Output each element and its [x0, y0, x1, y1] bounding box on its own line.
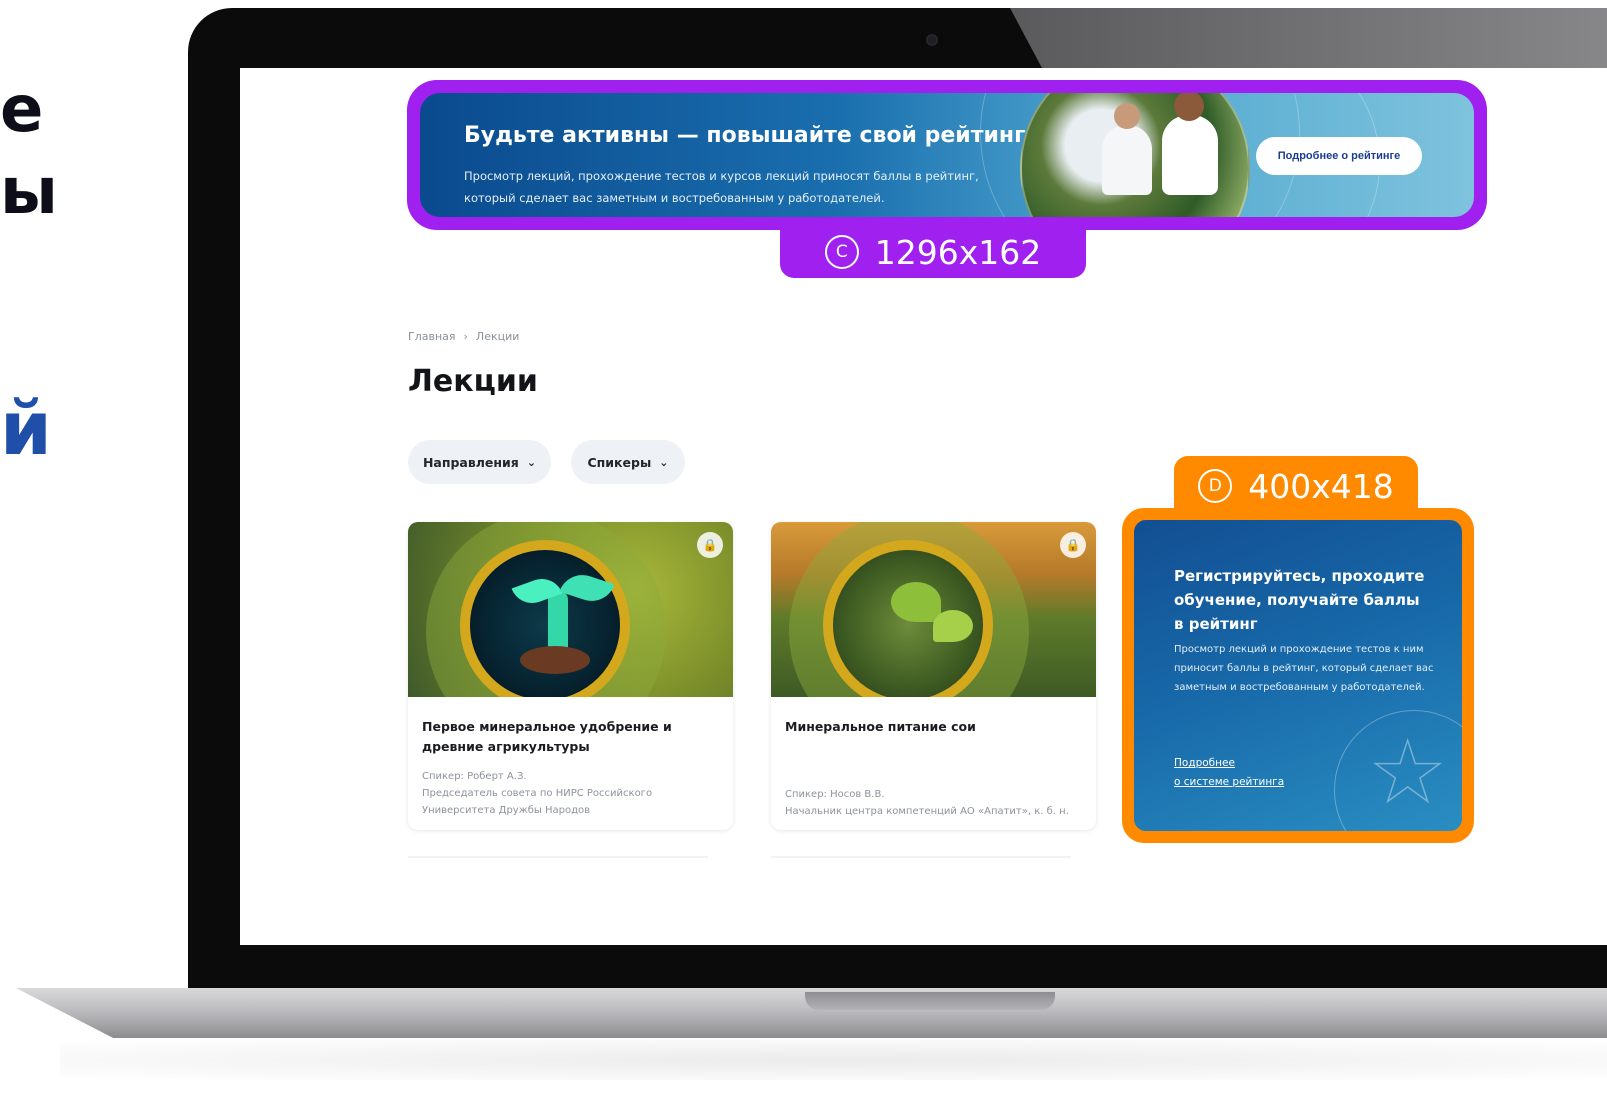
promo-size-label: 400x418	[1248, 466, 1394, 506]
lecture-card-title: Минеральное питание сои	[785, 719, 976, 734]
sprout-icon	[548, 590, 568, 650]
breadcrumb-home-link[interactable]: Главная	[408, 330, 456, 343]
chevron-down-icon: ⌄	[526, 455, 537, 469]
card-image-circle	[823, 540, 993, 697]
banner-c-frame: Будьте активны — повышайте свой рейтинг …	[407, 80, 1487, 230]
laptop-base-notch	[805, 992, 1055, 1010]
filter-speakers-dropdown[interactable]: Спикеры ⌄	[571, 440, 685, 484]
filter-speakers-label: Спикеры	[587, 454, 652, 470]
lecture-card-title: Первое минеральное удобрение и древние а…	[422, 719, 672, 754]
slide-heading-fragment-2: ы	[0, 155, 58, 229]
lecture-card-position: Начальник центра компетенций АО «Апатит»…	[785, 806, 1069, 817]
promo-d-frame: ★ Регистрируйтесь, проходите обучение, п…	[1122, 508, 1474, 843]
laptop-lid-reflection	[1010, 8, 1607, 68]
star-icon: ★	[1369, 723, 1446, 821]
promo-title: Регистрируйтесь, проходите обучение, пол…	[1174, 567, 1425, 633]
breadcrumb-current: Лекции	[475, 330, 520, 343]
filter-directions-label: Направления	[422, 454, 519, 470]
presentation-slide: е ы й Будьте активны — повышайте свой ре…	[0, 0, 1607, 1107]
lock-icon: 🔒	[697, 532, 723, 558]
rating-system-link[interactable]: Подробнее	[1174, 757, 1235, 769]
rating-details-button[interactable]: Подробнее о рейтинге	[1256, 137, 1422, 175]
lecture-card-meta: Спикер: Носов В.В. Начальник центра комп…	[785, 786, 1085, 820]
banner-photo-person	[1102, 125, 1152, 195]
plant-icon	[891, 582, 941, 622]
card-image-circle	[460, 540, 630, 697]
banner-title: Будьте активны — повышайте свой рейтинг	[464, 123, 1026, 148]
lecture-card-meta: Спикер: Роберт А.З. Председатель совета …	[422, 768, 722, 819]
lecture-card-speaker: Спикер: Носов В.В.	[785, 789, 885, 800]
lecture-card[interactable]: 🔒 Минеральное питание сои Спикер: Носов …	[771, 522, 1096, 830]
banner-photo-head	[1114, 103, 1140, 129]
filter-directions-dropdown[interactable]: Направления ⌄	[408, 440, 551, 484]
banner-photo-scientists	[1020, 93, 1250, 217]
laptop-shadow	[60, 1040, 1607, 1080]
banner-size-label: 1296x162	[874, 232, 1042, 272]
promo-description: Просмотр лекций и прохождение тестов к н…	[1174, 644, 1434, 693]
rating-system-link-line2[interactable]: о системе рейтинга	[1174, 776, 1284, 788]
chevron-down-icon: ⌄	[659, 455, 669, 469]
promo-size-tag: D 400x418	[1174, 456, 1418, 516]
page-title: Лекции	[408, 364, 538, 399]
laptop-screen: Будьте активны — повышайте свой рейтинг …	[240, 68, 1607, 945]
row-divider	[408, 856, 708, 858]
banner-description: Просмотр лекций, прохождение тестов и ку…	[464, 169, 979, 205]
slide-heading-fragment-3: й	[0, 386, 52, 472]
soil-shape	[520, 646, 590, 674]
rating-promo-block[interactable]: ★ Регистрируйтесь, проходите обучение, п…	[1134, 520, 1462, 831]
letter-d-icon: D	[1198, 469, 1233, 503]
camera-icon	[926, 34, 938, 46]
slide-heading-fragment-1: е	[0, 73, 44, 147]
copyright-c-icon: C	[824, 235, 859, 269]
rating-banner[interactable]: Будьте активны — повышайте свой рейтинг …	[420, 93, 1474, 217]
lecture-card[interactable]: 🔒 Первое минеральное удобрение и древние…	[408, 522, 733, 830]
lecture-card-image: 🔒	[408, 522, 733, 697]
banner-photo-person	[1162, 115, 1218, 195]
lecture-card-image: 🔒	[771, 522, 1096, 697]
lecture-card-speaker: Спикер: Роберт А.З.	[422, 771, 527, 782]
lecture-card-position: Председатель совета по НИРС Российского …	[422, 788, 653, 816]
row-divider	[771, 856, 1071, 858]
banner-size-tag: C 1296x162	[780, 226, 1086, 278]
breadcrumb: Главная › Лекции	[408, 330, 519, 343]
plant-icon	[933, 610, 973, 642]
lock-icon: 🔒	[1060, 532, 1086, 558]
breadcrumb-separator: ›	[463, 330, 468, 343]
